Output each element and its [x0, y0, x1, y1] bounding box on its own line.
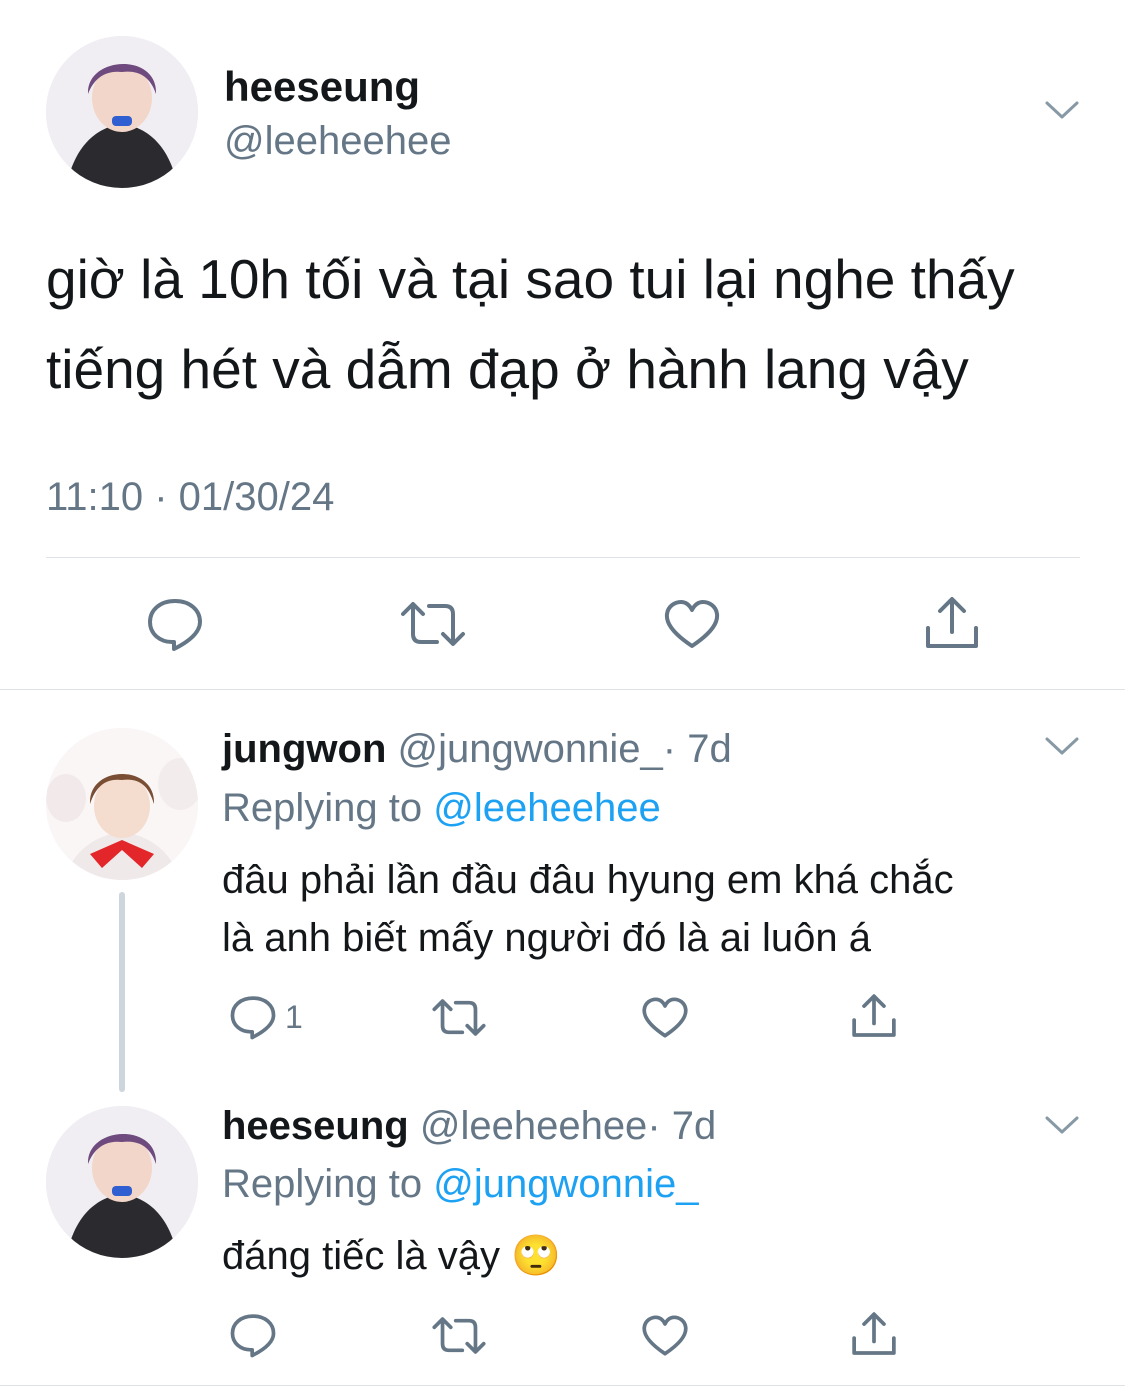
reply1-chevron-down-icon[interactable]	[1044, 734, 1080, 758]
like-icon	[642, 1315, 688, 1356]
avatar-jungwon[interactable]	[46, 728, 198, 880]
retweet-icon	[401, 602, 465, 646]
reply1-age[interactable]: · 7d	[663, 727, 732, 771]
reply1-retweet-button[interactable]	[431, 996, 487, 1039]
share-icon	[926, 597, 978, 648]
reply2-header: heeseung @leeheehee· 7d	[222, 1102, 716, 1150]
main-display-name[interactable]: heeseung	[224, 62, 420, 112]
reply-icon	[230, 1314, 276, 1358]
full-divider	[0, 689, 1125, 690]
retweet-icon	[432, 999, 486, 1036]
reply2-text-body: đáng tiếc là vậy	[222, 1234, 500, 1278]
reply1-like-button[interactable]	[641, 996, 689, 1039]
reply2-display-name[interactable]: heeseung	[222, 1104, 409, 1148]
share-icon	[852, 994, 896, 1037]
replying-to-mention[interactable]: @jungwonnie_	[433, 1162, 698, 1206]
retweet-icon	[432, 1317, 486, 1354]
reply1-share-button[interactable]	[849, 992, 899, 1040]
reply1-display-name[interactable]: jungwon	[222, 727, 386, 771]
reply1-header: jungwon @jungwonnie_· 7d	[222, 725, 732, 773]
main-reply-button[interactable]	[146, 596, 204, 652]
reply2-retweet-button[interactable]	[431, 1314, 487, 1357]
avatar-heeseung[interactable]	[46, 1106, 198, 1258]
like-icon	[642, 997, 688, 1038]
replying-to-label: Replying to	[222, 786, 434, 830]
replying-to-mention[interactable]: @leeheehee	[433, 786, 660, 830]
thread-line	[119, 892, 125, 1092]
reply-icon	[148, 599, 202, 651]
reply2-replying-to: Replying to @jungwonnie_	[222, 1160, 698, 1208]
reply2-like-button[interactable]	[641, 1314, 689, 1357]
reply2-reply-button[interactable]	[229, 1312, 277, 1358]
main-retweet-button[interactable]	[399, 598, 467, 650]
avatar-photo	[46, 36, 198, 188]
reply1-reply-button[interactable]: 1	[229, 994, 303, 1040]
replying-to-label: Replying to	[222, 1162, 434, 1206]
share-icon	[852, 1312, 896, 1355]
main-like-button[interactable]	[663, 598, 721, 650]
reply1-reply-count: 1	[285, 998, 303, 1035]
bottom-divider	[0, 1385, 1125, 1386]
divider	[46, 557, 1080, 558]
reply2-handle[interactable]: @leeheehee	[420, 1104, 647, 1148]
main-tweet-text-line1: giờ là 10h tối và tại sao tui lại nghe t…	[46, 248, 1015, 310]
avatar-photo	[46, 1106, 198, 1258]
eye-roll-emoji: 🙄	[511, 1233, 561, 1279]
reply-icon	[230, 996, 276, 1040]
main-tweet-text-line2: tiếng hét và dẫm đạp ở hành lang vậy	[46, 338, 969, 400]
reply2-text: đáng tiếc là vậy 🙄	[222, 1232, 561, 1280]
reply2-chevron-down-icon[interactable]	[1044, 1113, 1080, 1137]
main-share-button[interactable]	[922, 594, 982, 652]
reply1-replying-to: Replying to @leeheehee	[222, 784, 661, 832]
reply2-age[interactable]: · 7d	[647, 1104, 716, 1148]
reply1-text-line2: là anh biết mấy người đó là ai luôn á	[222, 916, 871, 960]
reply2-share-button[interactable]	[849, 1310, 899, 1358]
reply1-handle[interactable]: @jungwonnie_	[398, 727, 663, 771]
like-icon	[664, 600, 720, 648]
main-chevron-down-icon[interactable]	[1044, 98, 1080, 122]
main-timestamp[interactable]: 11:10 · 01/30/24	[46, 472, 334, 522]
avatar-photo	[46, 728, 198, 880]
reply1-text-line1: đâu phải lần đầu đâu hyung em khá chắc	[222, 858, 954, 902]
main-handle[interactable]: @leeheehee	[224, 116, 451, 166]
avatar-heeseung[interactable]	[46, 36, 198, 188]
